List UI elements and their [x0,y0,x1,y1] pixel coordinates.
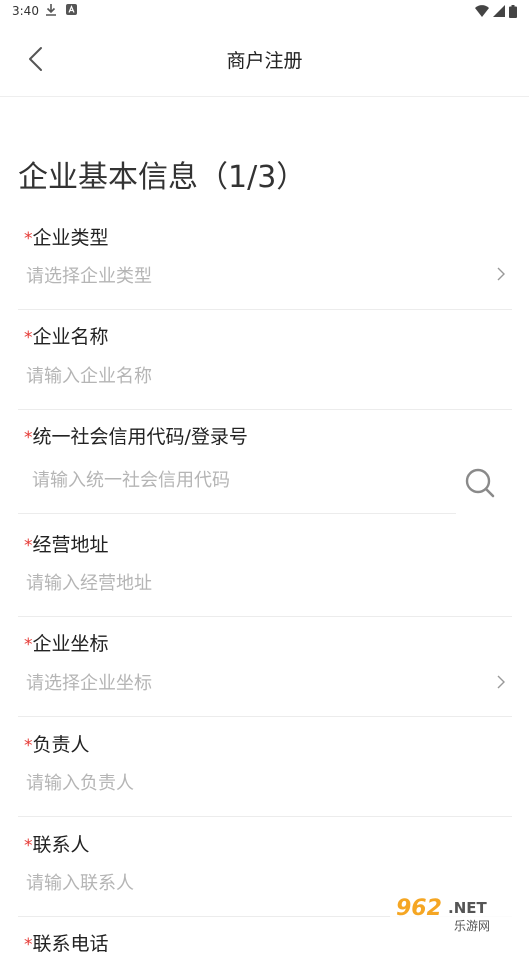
required-mark: * [24,328,33,348]
field-label-text: 企业名称 [32,326,109,348]
contact-person-input[interactable]: 请输入联系人 [26,869,134,895]
required-mark: * [24,935,33,955]
enterprise-type-select[interactable]: 请选择企业类型 [26,262,152,288]
wifi-icon [475,5,489,17]
required-mark: * [24,635,33,655]
credit-code-input[interactable]: 请输入统一社会信用代码 [32,466,230,492]
watermark-logo: 962 .NET 乐游网 [390,891,524,935]
field-label-text: 联系电话 [32,933,109,955]
chevron-right-icon [497,675,505,689]
svg-text:乐游网: 乐游网 [454,919,490,933]
search-icon[interactable] [463,466,497,500]
field-label-text: 企业坐标 [32,633,109,655]
status-bar: 3:40 [0,0,529,24]
field-label: *企业名称 [24,322,109,349]
required-mark: * [24,736,33,756]
battery-icon [509,4,517,18]
field-enterprise-name[interactable]: *企业名称 请输入企业名称 [18,310,512,410]
enterprise-coordinates-select[interactable]: 请选择企业坐标 [26,669,152,695]
required-mark: * [24,428,33,448]
field-label: *联系人 [24,830,90,857]
field-label-text: 负责人 [32,734,90,756]
required-mark: * [24,836,33,856]
divider [18,513,456,514]
field-label: *统一社会信用代码/登录号 [24,422,248,449]
section-title: 企业基本信息（1/3） [18,160,307,195]
field-label: *企业类型 [24,223,109,250]
field-label: *联系电话 [24,929,109,956]
person-in-charge-input[interactable]: 请输入负责人 [26,769,134,795]
field-label: *经营地址 [24,530,109,557]
field-person-in-charge[interactable]: *负责人 请输入负责人 [18,717,512,817]
status-time: 3:40 [12,4,39,18]
app-notification-icon [66,4,77,18]
nav-bar: 商户注册 [0,24,529,97]
field-enterprise-type[interactable]: *企业类型 请选择企业类型 [18,212,512,310]
page-title: 商户注册 [226,50,303,72]
required-mark: * [24,536,33,556]
business-address-input[interactable]: 请输入经营地址 [26,569,152,595]
enterprise-name-input[interactable]: 请输入企业名称 [26,362,152,388]
field-label-text: 联系人 [32,834,90,856]
field-business-address[interactable]: *经营地址 请输入经营地址 [18,518,512,617]
signal-icon [493,5,505,17]
field-label-text: 经营地址 [32,534,109,556]
status-indicators [475,3,517,19]
field-credit-code[interactable]: *统一社会信用代码/登录号 请输入统一社会信用代码 [18,410,512,516]
field-label-text: 企业类型 [32,227,109,249]
field-label-text: 统一社会信用代码/登录号 [32,426,248,448]
chevron-right-icon [497,267,505,281]
download-icon [46,4,56,19]
svg-text:962: 962 [396,896,442,921]
required-mark: * [24,229,33,249]
field-label: *企业坐标 [24,629,109,656]
svg-text:.NET: .NET [448,899,487,917]
field-enterprise-coordinates[interactable]: *企业坐标 请选择企业坐标 [18,617,512,717]
field-label: *负责人 [24,730,90,757]
